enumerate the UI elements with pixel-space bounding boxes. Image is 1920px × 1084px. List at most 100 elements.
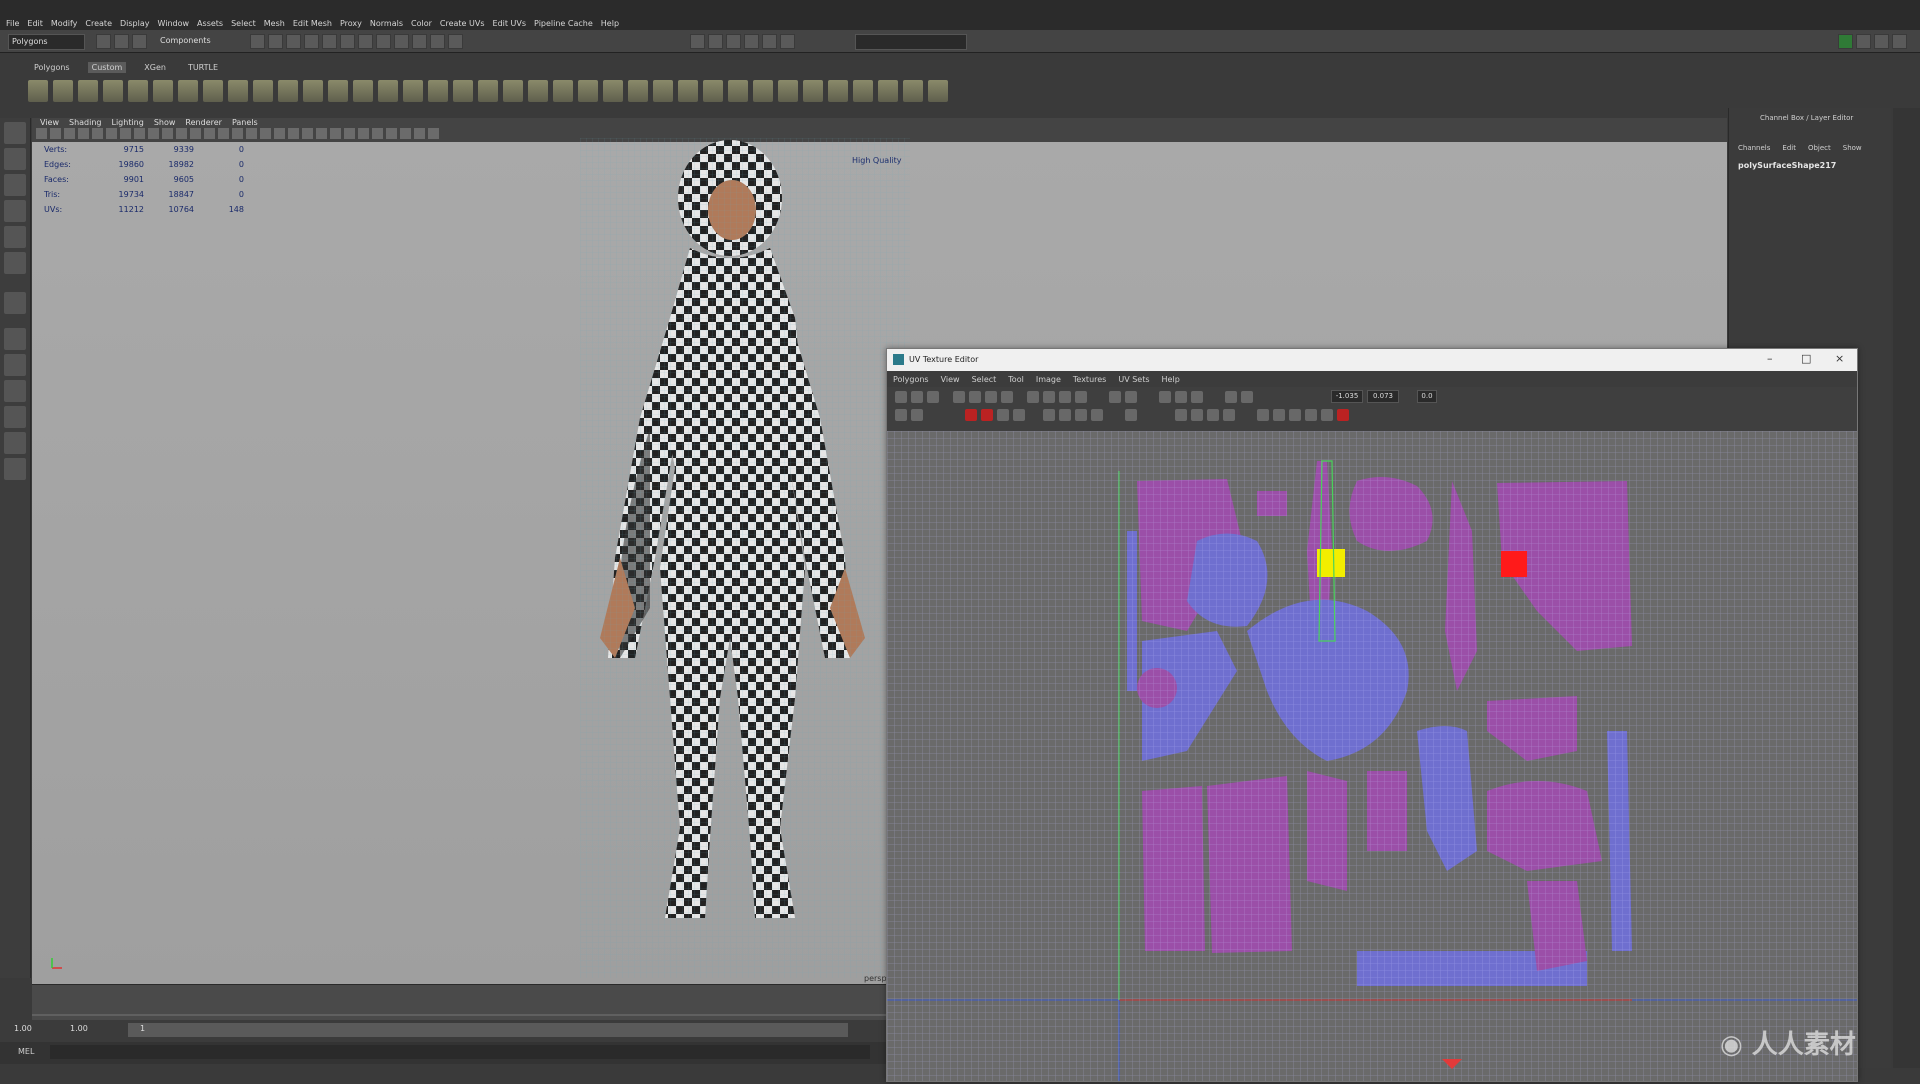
range-end-field[interactable]: 1.00 — [70, 1024, 88, 1033]
selected-uv-yellow[interactable] — [1317, 549, 1345, 577]
uv-tool-icon[interactable] — [895, 391, 907, 403]
uv-tool-icon[interactable] — [1191, 391, 1203, 403]
shelf-tool-icon[interactable] — [803, 80, 823, 102]
menu-item[interactable]: Mesh — [264, 19, 285, 28]
shelf-tool-icon[interactable] — [253, 80, 273, 102]
uv-tool-icon[interactable] — [1091, 409, 1103, 421]
uv-red-icon[interactable] — [965, 409, 977, 421]
shelf-tool-icon[interactable] — [178, 80, 198, 102]
uv-tool-icon[interactable] — [1075, 409, 1087, 421]
side-panel-tabs[interactable] — [1893, 108, 1920, 1068]
shelf-tab[interactable]: TURTLE — [184, 62, 222, 73]
camera-lock-icon[interactable] — [50, 128, 61, 139]
wireframe-icon[interactable] — [190, 128, 201, 139]
open-scene-icon[interactable] — [114, 34, 129, 49]
shelf-tool-icon[interactable] — [553, 80, 573, 102]
menu-item[interactable]: Pipeline Cache — [534, 19, 593, 28]
select-hierarchy-icon[interactable] — [250, 34, 265, 49]
range-start-field[interactable]: 1.00 — [14, 1024, 32, 1033]
depth-of-field-icon[interactable] — [330, 128, 341, 139]
shelf-tool-icon[interactable] — [203, 80, 223, 102]
new-scene-icon[interactable] — [96, 34, 111, 49]
motion-blur-icon[interactable] — [302, 128, 313, 139]
layout-custom-icon[interactable] — [4, 458, 26, 480]
snap-point-icon[interactable] — [340, 34, 355, 49]
default-material-icon[interactable] — [218, 128, 229, 139]
uv-v-field[interactable]: 0.073 — [1367, 390, 1399, 403]
shelf-tool-icon[interactable] — [778, 80, 798, 102]
safe-action-icon[interactable] — [162, 128, 173, 139]
uv-tool-icon[interactable] — [1109, 391, 1121, 403]
uv-tool-icon[interactable] — [1059, 409, 1071, 421]
shelf-tool-icon[interactable] — [628, 80, 648, 102]
snap-grid-icon[interactable] — [304, 34, 319, 49]
selection-mode-label[interactable]: Components — [160, 34, 240, 48]
ipr-icon[interactable] — [412, 34, 427, 49]
uv-tool-icon[interactable] — [1043, 409, 1055, 421]
exposure-icon[interactable] — [400, 128, 411, 139]
layout-icon[interactable] — [690, 34, 705, 49]
mode-select[interactable]: Polygons — [8, 34, 85, 50]
command-input[interactable] — [50, 1045, 870, 1059]
selected-object-name[interactable]: polySurfaceShape217 — [1738, 161, 1836, 170]
channel-box-tab[interactable]: Channels — [1738, 144, 1770, 152]
current-frame-field[interactable]: 1 — [140, 1024, 145, 1033]
viewport-menu-item[interactable]: View — [40, 118, 59, 127]
isolate-select-icon[interactable] — [344, 128, 355, 139]
channel-box-icon[interactable] — [1892, 34, 1907, 49]
uv-extra-field[interactable]: 0.0 — [1417, 390, 1437, 403]
uv-layout[interactable] — [887, 431, 1857, 1081]
uv-menu-item[interactable]: Polygons — [893, 375, 929, 384]
uv-tool-icon[interactable] — [1043, 391, 1055, 403]
textured-icon[interactable] — [246, 128, 257, 139]
uv-tool-icon[interactable] — [1289, 409, 1301, 421]
uv-tool-icon[interactable] — [1241, 391, 1253, 403]
layout-icon[interactable] — [780, 34, 795, 49]
shelf-tool-icon[interactable] — [578, 80, 598, 102]
uv-red-icon[interactable] — [981, 409, 993, 421]
viewport-menu-item[interactable]: Lighting — [111, 118, 143, 127]
viewport-menu-item[interactable]: Panels — [232, 118, 258, 127]
layout-four-icon[interactable] — [4, 354, 26, 376]
modeling-toolkit-icon[interactable] — [1838, 34, 1853, 49]
shelf-tool-icon[interactable] — [353, 80, 373, 102]
uv-tool-icon[interactable] — [927, 391, 939, 403]
attribute-editor-icon[interactable] — [1856, 34, 1871, 49]
maximize-icon[interactable]: □ — [1801, 352, 1811, 365]
move-tool-icon[interactable] — [4, 200, 26, 222]
layout-icon[interactable] — [726, 34, 741, 49]
last-tool-icon[interactable] — [4, 292, 26, 314]
shelf-tool-icon[interactable] — [53, 80, 73, 102]
uv-red-icon[interactable] — [1337, 409, 1349, 421]
channel-box-tab[interactable]: Object — [1808, 144, 1831, 152]
shadows-icon[interactable] — [274, 128, 285, 139]
menu-item[interactable]: Color — [411, 19, 432, 28]
menu-item[interactable]: Create — [85, 19, 112, 28]
viewport-menu-item[interactable]: Shading — [69, 118, 102, 127]
channel-box-tab[interactable]: Show — [1843, 144, 1862, 152]
shelf-tab[interactable]: XGen — [140, 62, 170, 73]
uv-tool-icon[interactable] — [911, 391, 923, 403]
character-mesh[interactable] — [580, 138, 910, 978]
shelf-tool-icon[interactable] — [603, 80, 623, 102]
uv-tool-icon[interactable] — [1321, 409, 1333, 421]
shelf-tool-icon[interactable] — [453, 80, 473, 102]
time-slider[interactable] — [32, 984, 887, 1021]
menu-item[interactable]: Normals — [370, 19, 403, 28]
shelf-tool-icon[interactable] — [678, 80, 698, 102]
uv-tool-icon[interactable] — [1225, 391, 1237, 403]
color-management-icon[interactable] — [428, 128, 439, 139]
scale-tool-icon[interactable] — [4, 252, 26, 274]
hypershade-icon[interactable] — [448, 34, 463, 49]
menu-item[interactable]: Create UVs — [440, 19, 485, 28]
shelf-tool-icon[interactable] — [928, 80, 948, 102]
uv-menu-item[interactable]: Tool — [1008, 375, 1024, 384]
shelf-tab[interactable]: Custom — [87, 62, 127, 73]
uv-menu-item[interactable]: View — [941, 375, 960, 384]
shelf-tool-icon[interactable] — [378, 80, 398, 102]
uv-editor-canvas[interactable] — [887, 431, 1857, 1081]
wireframe-on-shaded-icon[interactable] — [232, 128, 243, 139]
lights-icon[interactable] — [260, 128, 271, 139]
uv-tool-icon[interactable] — [1125, 409, 1137, 421]
minimize-icon[interactable]: – — [1767, 352, 1773, 365]
